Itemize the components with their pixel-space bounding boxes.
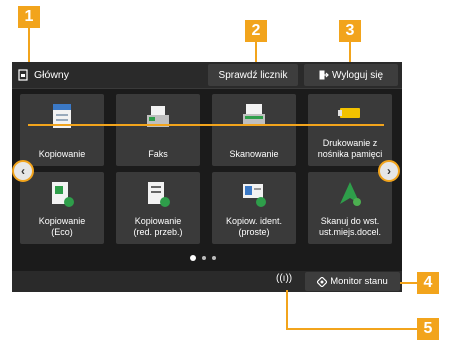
chevron-left-icon: ‹ bbox=[21, 164, 25, 178]
bottom-bar: ((ı)) Monitor stanu bbox=[12, 271, 402, 292]
status-monitor-label: Monitor stanu bbox=[330, 276, 388, 287]
leader-3 bbox=[349, 42, 351, 64]
leader-4 bbox=[400, 282, 417, 284]
tile-id-copy[interactable]: Kopiow. ident. (proste) bbox=[212, 172, 296, 244]
scroll-left-button[interactable]: ‹ bbox=[12, 160, 34, 182]
leader-2 bbox=[255, 42, 257, 64]
status-monitor-icon bbox=[317, 276, 328, 287]
leader-5-horizontal bbox=[286, 328, 418, 330]
tile-scan-preset[interactable]: Skanuj do wst. ust.miejs.docel. bbox=[308, 172, 392, 244]
tile-eco-copy-label: Kopiowanie (Eco) bbox=[20, 216, 104, 238]
logout-label: Wyloguj się bbox=[331, 69, 384, 81]
callout-4: 4 bbox=[417, 272, 439, 294]
page-dot-3[interactable] bbox=[212, 256, 216, 260]
home-icon bbox=[18, 69, 28, 81]
tile-memory-print[interactable]: Drukowanie z nośnika pamięci bbox=[308, 94, 392, 166]
tile-scan-preset-label-1: Skanuj do wst. bbox=[320, 216, 380, 226]
tile-fax-label: Faks bbox=[148, 149, 168, 159]
tile-eco-copy[interactable]: Kopiowanie (Eco) bbox=[20, 172, 104, 244]
tile-memory-print-label-1: Drukowanie z bbox=[322, 138, 378, 148]
callout-3: 3 bbox=[339, 20, 361, 42]
tile-fax[interactable]: Faks bbox=[116, 94, 200, 166]
tile-reduced-copy[interactable]: Kopiowanie (red. przeb.) bbox=[116, 172, 200, 244]
check-counter-label: Sprawdź licznik bbox=[218, 69, 288, 81]
id-copy-icon bbox=[243, 184, 266, 207]
tile-id-copy-label: Kopiow. ident. (proste) bbox=[212, 216, 296, 238]
leader-5-vertical bbox=[286, 290, 288, 330]
home-button[interactable]: Główny bbox=[12, 62, 202, 88]
tile-memory-print-label-2: nośnika pamięci bbox=[317, 149, 383, 159]
page-dot-2[interactable] bbox=[202, 256, 206, 260]
tile-scan-label: Skanowanie bbox=[229, 149, 279, 159]
tile-id-copy-label-1: Kopiow. ident. bbox=[225, 216, 283, 226]
tile-scan-preset-label-2: ust.miejs.docel. bbox=[318, 227, 382, 237]
tile-reduced-copy-label-2: (red. przeb.) bbox=[133, 227, 183, 237]
reduced-copy-icon bbox=[148, 182, 170, 207]
wifi-icon: ((ı)) bbox=[276, 273, 293, 284]
top-bar: Główny Sprawdź licznik Wyloguj się bbox=[12, 62, 402, 89]
callout-1: 1 bbox=[18, 6, 40, 28]
tile-eco-copy-label-2: (Eco) bbox=[51, 227, 73, 237]
home-label: Główny bbox=[34, 69, 70, 81]
status-monitor-button[interactable]: Monitor stanu bbox=[305, 272, 400, 291]
tile-eco-copy-label-1: Kopiowanie bbox=[38, 216, 86, 226]
scan-preset-icon bbox=[340, 182, 361, 206]
eco-copy-icon bbox=[52, 182, 74, 207]
tile-memory-print-label: Drukowanie z nośnika pamięci bbox=[308, 138, 392, 160]
tile-reduced-copy-label: Kopiowanie (red. przeb.) bbox=[116, 216, 200, 238]
scroll-right-button[interactable]: › bbox=[378, 160, 400, 182]
chevron-right-icon: › bbox=[387, 164, 391, 178]
tile-scan[interactable]: Skanowanie bbox=[212, 94, 296, 166]
page-indicator bbox=[190, 255, 216, 261]
page-dot-1[interactable] bbox=[190, 255, 196, 261]
tile-id-copy-label-2: (proste) bbox=[238, 227, 270, 237]
callout-2: 2 bbox=[245, 20, 267, 42]
tile-scan-preset-label: Skanuj do wst. ust.miejs.docel. bbox=[308, 216, 392, 238]
tile-copy-label: Kopiowanie bbox=[38, 149, 86, 159]
logout-button[interactable]: Wyloguj się bbox=[304, 64, 398, 86]
logout-icon bbox=[319, 70, 329, 80]
scroll-highlight-line bbox=[28, 124, 384, 126]
tile-reduced-copy-label-1: Kopiowanie bbox=[134, 216, 182, 226]
tile-copy[interactable]: Kopiowanie bbox=[20, 94, 104, 166]
check-counter-button[interactable]: Sprawdź licznik bbox=[208, 64, 298, 86]
callout-5: 5 bbox=[417, 318, 439, 340]
